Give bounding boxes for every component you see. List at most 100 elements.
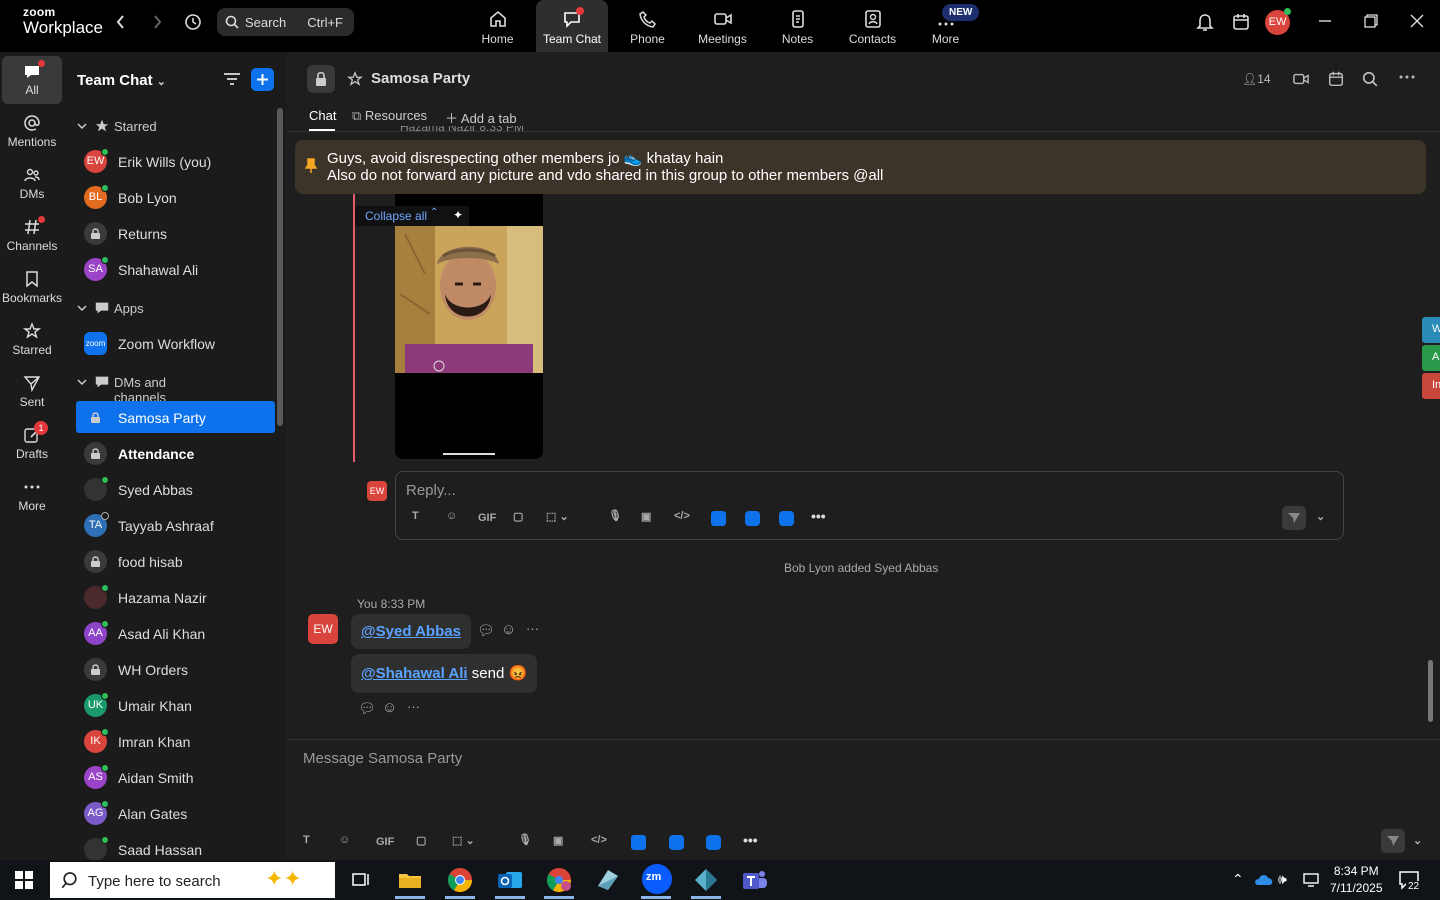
pinned-message[interactable]: Guys, avoid disrespecting other members … <box>295 140 1426 194</box>
kite-app-icon[interactable] <box>692 866 720 894</box>
rail-more[interactable]: More <box>2 470 62 522</box>
docs-app-icon[interactable] <box>711 511 726 526</box>
screenshot-icon[interactable]: ⬚ ⌄ <box>452 834 475 847</box>
topnav-contacts[interactable]: Contacts <box>835 0 910 52</box>
shared-photo[interactable] <box>395 194 543 459</box>
message-composer[interactable]: Message Samosa Party T ☺ GIF ▢ ⬚ ⌄ 🎙︎ ▣ … <box>287 739 1440 860</box>
app-icon[interactable] <box>594 866 622 894</box>
text-format-icon[interactable]: T <box>412 510 419 522</box>
star-outline-icon[interactable] <box>347 71 363 87</box>
more-tools-icon[interactable]: ••• <box>811 508 826 524</box>
reply-icon[interactable]: 💬︎ <box>477 622 495 639</box>
windows-start-icon[interactable] <box>15 871 33 889</box>
sidebar-item[interactable]: AS Aidan Smith <box>76 761 275 793</box>
sidebar-item[interactable]: AA Asad Ali Khan <box>76 617 275 649</box>
calendar-icon[interactable] <box>1327 70 1345 88</box>
rail-drafts[interactable]: Drafts <box>2 418 62 470</box>
sparkle-icon[interactable]: ✦ <box>453 208 463 222</box>
sidebar-item[interactable]: Samosa Party <box>76 401 275 433</box>
bell-icon[interactable] <box>1196 12 1214 32</box>
send-button[interactable] <box>1381 829 1405 853</box>
screenshot-icon[interactable]: ⬚ ⌄ <box>546 510 569 523</box>
sidebar-item[interactable]: zoom Zoom Workflow <box>76 327 275 359</box>
sidebar-item[interactable]: food hisab <box>76 545 275 577</box>
sidebar-item[interactable]: SA Shahawal Ali <box>76 253 275 285</box>
rail-all[interactable]: All <box>2 56 62 104</box>
tab-add[interactable]: ＋ Add a tab <box>445 108 517 127</box>
sidebar-item[interactable]: WH Orders <box>76 653 275 685</box>
sidebar-scrollbar[interactable] <box>277 108 283 426</box>
sidebar-item[interactable]: Hazama Nazir <box>76 581 275 613</box>
mic-icon[interactable]: 🎙︎ <box>608 509 622 522</box>
add-reaction-icon[interactable]: ☺ <box>501 621 516 638</box>
sidebar-item[interactable]: UK Umair Khan <box>76 689 275 721</box>
mention-link[interactable]: @Syed Abbas <box>361 623 461 640</box>
video-clip-icon[interactable]: ▣ <box>641 510 651 523</box>
docs-app-icon[interactable] <box>631 835 646 850</box>
tab-resources[interactable]: ⧉ Resources <box>352 108 427 124</box>
side-panel-tab-2[interactable]: A <box>1422 345 1440 371</box>
outlook-icon[interactable] <box>496 866 524 894</box>
history-icon[interactable] <box>184 13 202 31</box>
gif-button[interactable]: GIF <box>478 512 496 524</box>
file-icon[interactable]: ▢ <box>513 510 523 523</box>
mic-icon[interactable]: 🎙︎ <box>518 833 532 846</box>
sidebar-item[interactable]: Returns <box>76 217 275 249</box>
chrome-profile-icon[interactable] <box>545 866 573 894</box>
zoom-app-icon[interactable] <box>669 835 684 850</box>
sidebar-title[interactable]: Team Chat ⌄ <box>77 72 166 89</box>
collapse-all-button[interactable]: Collapse all ⌃ ✦ <box>355 206 469 226</box>
message-bubble-1[interactable]: @Syed Abbas <box>351 614 471 649</box>
maximize-icon[interactable] <box>1364 14 1378 28</box>
rail-sent[interactable]: Sent <box>2 366 62 418</box>
calendar-top-icon[interactable] <box>1232 12 1250 32</box>
new-chat-button[interactable] <box>251 68 274 91</box>
rail-dms[interactable]: DMs <box>2 158 62 210</box>
code-icon[interactable]: </> <box>591 834 607 846</box>
task-view-icon[interactable] <box>347 866 375 894</box>
emoji-icon[interactable]: ☺ <box>339 834 350 846</box>
search-box[interactable]: Search Ctrl+F <box>217 8 354 36</box>
topnav-home[interactable]: Home <box>460 0 535 52</box>
send-options-chevron-icon[interactable]: ⌄ <box>1413 834 1422 847</box>
rail-mentions[interactable]: Mentions <box>2 106 62 158</box>
sidebar-item[interactable]: AG Alan Gates <box>76 797 275 829</box>
network-icon[interactable] <box>1303 872 1321 888</box>
whiteboard-app-icon[interactable] <box>779 511 794 526</box>
close-icon[interactable] <box>1410 14 1424 28</box>
mention-link[interactable]: @Shahawal Ali <box>361 665 468 682</box>
file-explorer-icon[interactable] <box>396 866 424 894</box>
onedrive-icon[interactable] <box>1254 873 1274 887</box>
teams-icon[interactable] <box>741 866 769 894</box>
chrome-icon[interactable] <box>446 866 474 894</box>
tray-chevron-up-icon[interactable]: ⌃ <box>1232 871 1244 888</box>
file-icon[interactable]: ▢ <box>416 834 426 847</box>
sidebar-item[interactable]: BL Bob Lyon <box>76 181 275 213</box>
filter-icon[interactable] <box>223 71 241 87</box>
section-apps[interactable]: Apps <box>76 299 144 319</box>
sidebar-item[interactable]: Attendance <box>76 437 275 469</box>
more-tools-icon[interactable]: ••• <box>743 832 758 848</box>
more-options-icon[interactable] <box>1398 74 1416 80</box>
minimize-icon[interactable] <box>1318 14 1332 28</box>
taskbar-search[interactable]: Type here to search ✦✦ <box>50 862 335 898</box>
side-panel-tab-3[interactable]: In <box>1422 373 1440 399</box>
members-count[interactable]: 👤︎14 <box>1242 72 1271 86</box>
rail-starred[interactable]: Starred <box>2 314 62 366</box>
sidebar-item[interactable]: TA Tayyab Ashraaf <box>76 509 275 541</box>
code-icon[interactable]: </> <box>674 510 690 522</box>
side-panel-tab-1[interactable]: W <box>1422 317 1440 343</box>
forward-arrow-icon[interactable] <box>151 14 163 30</box>
section-starred[interactable]: Starred <box>76 117 157 137</box>
text-format-icon[interactable]: T <box>303 834 310 846</box>
zoom-app-icon[interactable] <box>745 511 760 526</box>
chat-scrollbar[interactable] <box>1428 660 1433 722</box>
send-options-chevron-icon[interactable]: ⌄ <box>1316 510 1325 523</box>
back-arrow-icon[interactable] <box>115 14 127 30</box>
reply-icon[interactable]: 💬︎ <box>358 700 376 717</box>
rail-channels[interactable]: Channels <box>2 210 62 262</box>
send-button[interactable] <box>1282 506 1306 530</box>
message-bubble-2[interactable]: @Shahawal Ali send 😡 <box>351 654 538 693</box>
section-dms-channels[interactable]: DMs and channels <box>76 373 166 405</box>
video-clip-icon[interactable]: ▣ <box>553 834 563 847</box>
